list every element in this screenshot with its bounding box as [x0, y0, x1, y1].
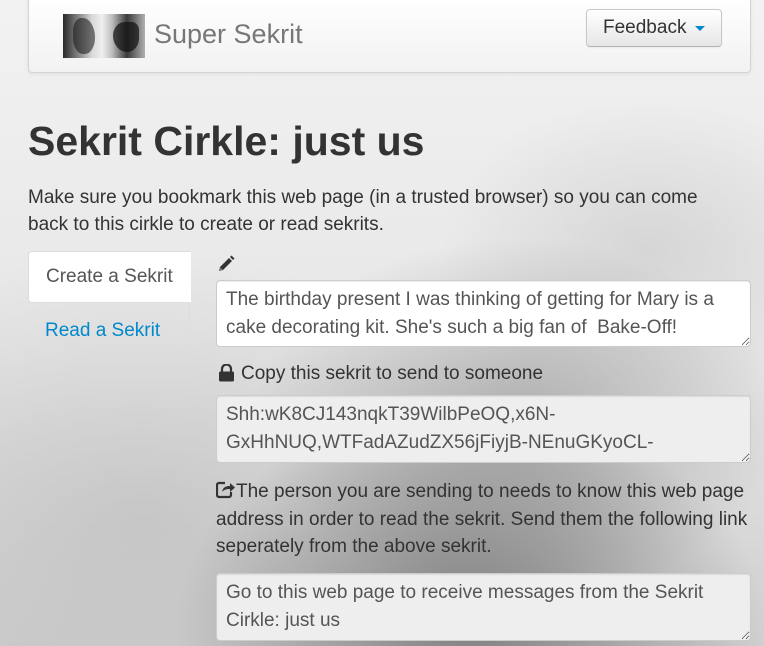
tab-read-sekrit[interactable]: Read a Sekrit [28, 306, 191, 358]
feedback-label: Feedback [603, 17, 687, 38]
share-link-output[interactable]: Go to this web page to receive messages … [216, 573, 751, 641]
pencil-icon [219, 255, 235, 271]
intro-text: Make sure you bookmark this web page (in… [28, 187, 698, 235]
brand-name[interactable]: Super Sekrit [154, 19, 303, 50]
copy-sekrit-label: Copy this sekrit to send to someone [241, 363, 544, 384]
encrypted-sekrit-output[interactable]: Shh:wK8CJ143nqkT39WilbPeOQ,x6N-GxHhNUQ,W… [216, 395, 751, 463]
navbar: Super Sekrit Feedback [28, 0, 751, 73]
share-instructions: The person you are sending to needs to k… [216, 481, 748, 557]
tab-create-sekrit[interactable]: Create a Sekrit [28, 251, 191, 303]
lock-icon [219, 364, 234, 382]
caret-down-icon [695, 26, 705, 31]
sekrit-message-input[interactable]: The birthday present I was thinking of g… [216, 280, 751, 347]
page-title: Sekrit Cirkle: just us [28, 118, 425, 164]
feedback-dropdown-button[interactable]: Feedback [586, 9, 722, 47]
sekrit-tabs: Create a Sekrit Read a Sekrit [28, 251, 191, 361]
tabs-divider [189, 302, 190, 360]
brand-logo[interactable] [63, 14, 145, 58]
